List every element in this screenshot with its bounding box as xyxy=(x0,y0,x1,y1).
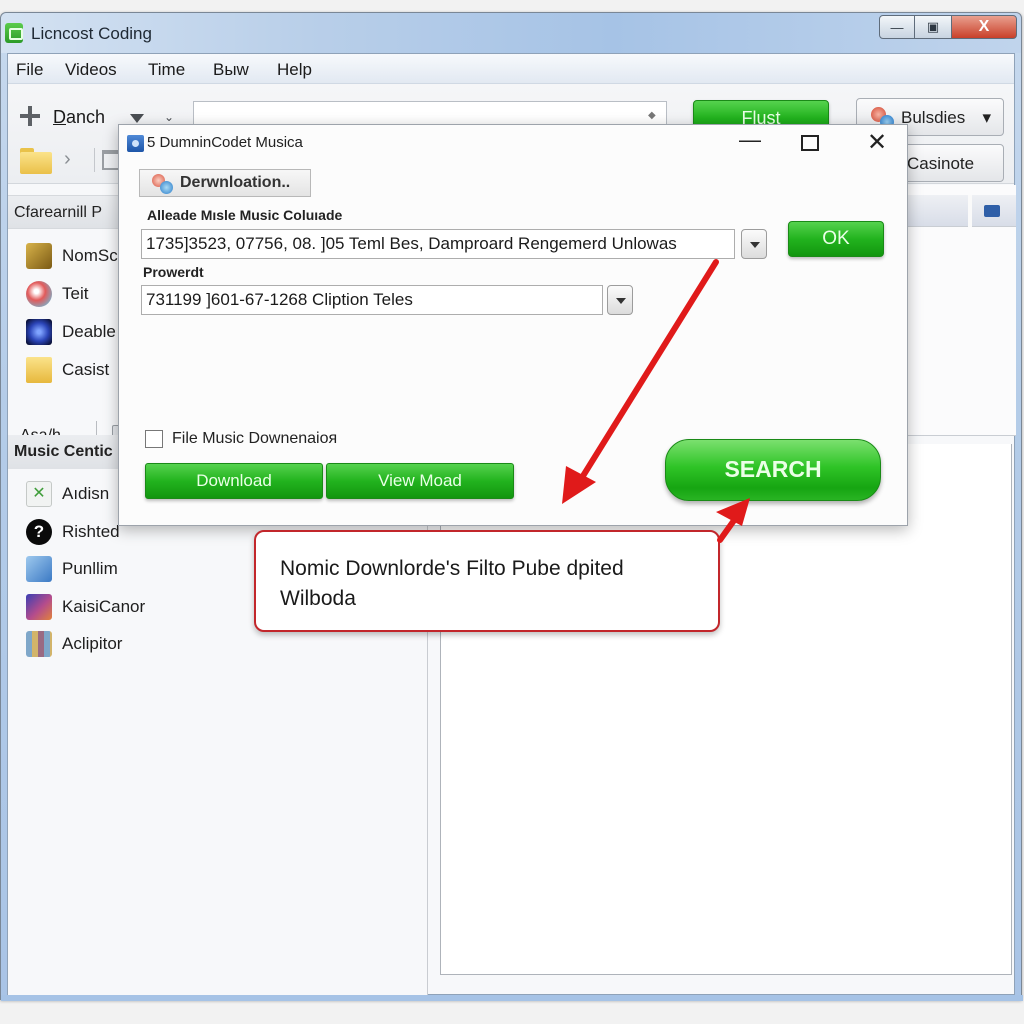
menu-time[interactable]: Time xyxy=(148,60,185,80)
sidebar-item-nomsc[interactable]: NomSc xyxy=(26,241,118,271)
folder-icon xyxy=(26,357,52,383)
search-button[interactable]: SEARCH xyxy=(665,439,881,501)
sidebar-item-label: Punllim xyxy=(62,559,118,578)
window-title: Licncost Coding xyxy=(31,24,152,43)
dialog-close-icon[interactable]: ✕ xyxy=(867,128,887,157)
column-separator[interactable] xyxy=(968,195,972,227)
excel-icon: ✕ xyxy=(26,481,52,507)
file-music-checkbox[interactable] xyxy=(145,430,163,448)
dialog-app-icon xyxy=(127,135,144,152)
menu-file[interactable]: File xyxy=(16,60,43,80)
sidebar-item-teit[interactable]: Teit xyxy=(26,279,88,309)
app-icon xyxy=(5,23,23,43)
column-header[interactable] xyxy=(908,195,1016,227)
chevron-right-icon[interactable]: › xyxy=(64,148,71,171)
prowerdt-input[interactable]: 731199 ]601-67-1268 Cliption Teles xyxy=(141,285,603,315)
sidebar-item-rishted[interactable]: ? Rishted xyxy=(26,517,120,547)
dropdown-triangle-icon[interactable] xyxy=(130,114,144,123)
music-input[interactable]: 1735]3523, 07756, 08. ]05 Teml Bes, Damp… xyxy=(141,229,735,259)
folder-icon[interactable] xyxy=(20,148,52,174)
music-field-label: Alleade Mısle Music Coluıade xyxy=(147,207,343,223)
dialog-minimize-icon[interactable]: — xyxy=(739,127,761,153)
prowerdt-field-label: Prowerdt xyxy=(143,264,204,280)
menu-help[interactable]: Help xyxy=(277,60,312,80)
menu-videos[interactable]: Videos xyxy=(65,60,117,80)
view-moad-button[interactable]: View Moad xyxy=(326,463,514,499)
media-disc-icon xyxy=(26,281,52,307)
sidebar-item-deable[interactable]: Deable xyxy=(26,317,116,347)
sidebar-item-label: Teit xyxy=(62,284,89,303)
minimize-icon: — xyxy=(890,19,904,35)
sidebar-item-aidisn[interactable]: ✕ Aıdisn xyxy=(26,479,109,509)
sidebar-item-label: Deable xyxy=(62,322,116,341)
sidebar-item-casist[interactable]: Casist xyxy=(26,355,109,385)
globe-icon xyxy=(26,319,52,345)
address-dropdown-icon[interactable]: ◆ xyxy=(648,110,656,121)
add-button-label[interactable]: Danch xyxy=(53,107,105,128)
panel-toggle-icon[interactable] xyxy=(984,205,1000,217)
help-icon: ? xyxy=(26,519,52,545)
image-icon xyxy=(26,556,52,582)
maximize-button[interactable]: ▣ xyxy=(914,15,952,39)
sidebar-item-label: Rishted xyxy=(62,522,120,541)
plus-icon[interactable] xyxy=(20,106,40,126)
dialog-title: 5 DumninCodet Musica xyxy=(147,134,303,151)
sidebar-item-kaisicanor[interactable]: KaisiCanor xyxy=(26,592,145,622)
sidebar-item-label: Aclipitor xyxy=(62,634,123,653)
download-button[interactable]: Download xyxy=(145,463,323,499)
menu-view[interactable]: Bыw xyxy=(213,60,249,80)
maximize-icon: ▣ xyxy=(926,19,940,34)
download-dialog: 5 DumninCodet Musica — ✕ Derwnloation.. … xyxy=(118,124,908,526)
close-icon: X xyxy=(978,18,990,35)
download-users-icon xyxy=(152,174,174,194)
toolbar-separator xyxy=(94,148,95,172)
annotation-callout: Nomic Downlorde's Filto Pube dpited Wilb… xyxy=(254,530,720,632)
sidebar-item-label: NomSc xyxy=(62,246,118,265)
bulsdies-label: Bulsdies xyxy=(901,108,966,127)
download-tab-label: Derwnloation.. xyxy=(180,174,291,191)
ok-button[interactable]: OK xyxy=(788,221,884,257)
title-bar[interactable]: Licncost Coding — ▣ X xyxy=(1,13,1021,53)
sidebar-item-punlim[interactable]: Punllim xyxy=(26,554,118,584)
caret-down-icon: ▾ xyxy=(982,108,991,127)
photo-grid-icon xyxy=(26,631,52,657)
music-dropdown-button[interactable] xyxy=(741,229,767,259)
file-music-checkbox-label[interactable]: File Music Downenaioя xyxy=(172,430,337,448)
menu-bar: File Videos Time Bыw Help xyxy=(8,54,1014,84)
download-tab-button[interactable]: Derwnloation.. xyxy=(139,169,311,197)
close-button[interactable]: X xyxy=(951,15,1017,39)
sidebar-item-label: Casist xyxy=(62,360,110,379)
music-folder-icon xyxy=(26,243,52,269)
sidebar-item-label: Aıdisn xyxy=(62,484,110,503)
sidebar-item-label: KaisiCanor xyxy=(62,597,146,616)
window-bottom-border xyxy=(1,995,1023,1001)
media-app-icon xyxy=(26,594,52,620)
sidebar-item-aclipitor[interactable]: Aclipitor xyxy=(26,629,122,659)
prowerdt-dropdown-button[interactable] xyxy=(607,285,633,315)
minimize-button[interactable]: — xyxy=(879,15,915,39)
chevron-down-icon[interactable]: ⌄ xyxy=(164,110,174,124)
dialog-maximize-icon[interactable] xyxy=(801,135,819,151)
